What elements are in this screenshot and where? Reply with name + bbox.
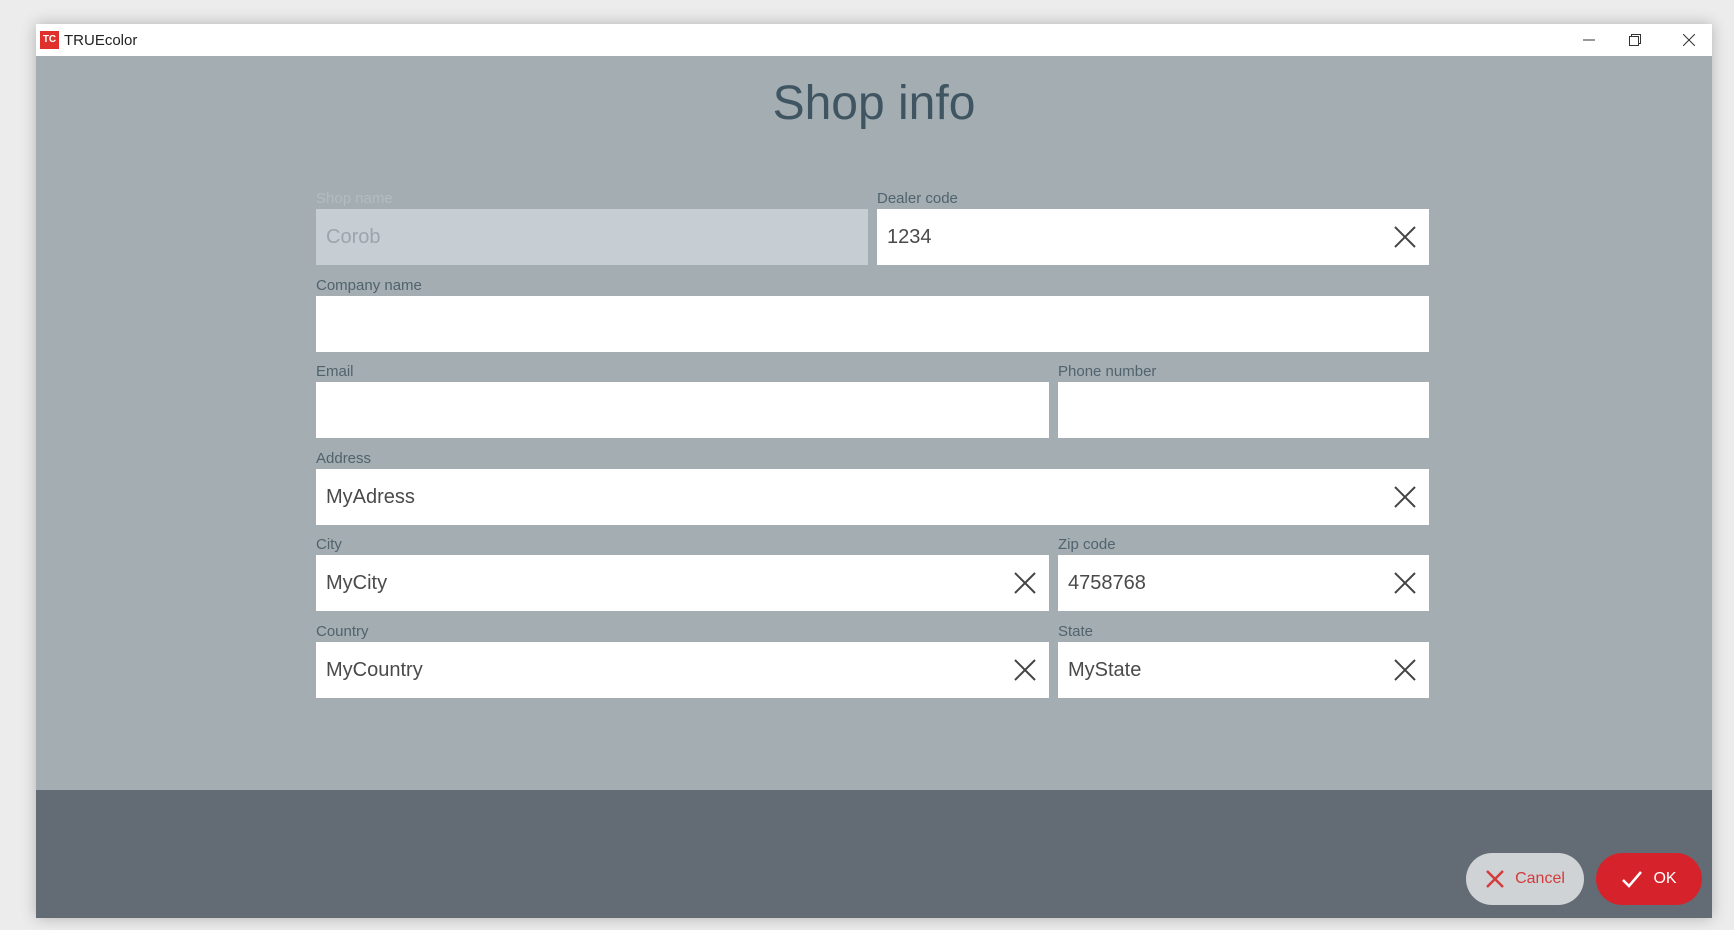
title-bar: TC TRUEcolor [36,24,1712,56]
zip-code-input[interactable] [1058,555,1429,611]
city-field[interactable] [316,555,1049,611]
address-field[interactable] [316,469,1429,525]
clear-state-icon[interactable] [1391,656,1419,684]
footer-bar: Cancel OK [36,790,1712,918]
checkmark-icon [1622,871,1643,888]
dealer-code-field[interactable] [877,209,1429,265]
app-logo-icon: TC [40,31,59,49]
state-field[interactable] [1058,642,1429,698]
state-input[interactable] [1058,642,1429,698]
page-title: Shop info [772,77,976,130]
minimize-button[interactable] [1566,24,1612,56]
cancel-x-icon [1486,870,1504,888]
email-input[interactable] [316,382,1049,438]
window-title: TRUEcolor [64,32,138,49]
clear-zip-code-icon[interactable] [1391,569,1419,597]
country-input[interactable] [316,642,1049,698]
email-field[interactable] [316,382,1049,438]
zip-code-label: Zip code [1058,536,1116,553]
cancel-label: Cancel [1515,870,1565,887]
company-name-input[interactable] [316,296,1429,352]
shop-name-field [316,209,868,265]
country-label: Country [316,623,369,640]
close-icon [1683,34,1695,46]
address-input[interactable] [316,469,1429,525]
minimize-icon [1583,39,1595,41]
address-label: Address [316,450,372,467]
dealer-code-label: Dealer code [877,190,958,207]
country-field[interactable] [316,642,1049,698]
phone-number-input[interactable] [1058,382,1429,438]
state-label: State [1058,623,1094,640]
restore-icon [1629,34,1641,46]
company-name-label: Company name [316,277,422,294]
clear-address-icon[interactable] [1391,483,1419,511]
shop-name-label: Shop name [316,190,393,207]
clear-dealer-code-icon[interactable] [1391,223,1419,251]
shop-name-input [316,209,868,265]
email-label: Email [316,363,354,380]
cancel-button[interactable]: Cancel [1466,853,1584,905]
clear-country-icon[interactable] [1011,656,1039,684]
dealer-code-input[interactable] [877,209,1429,265]
clear-city-icon[interactable] [1011,569,1039,597]
close-window-button[interactable] [1666,24,1712,56]
city-label: City [316,536,342,553]
city-input[interactable] [316,555,1049,611]
company-name-field[interactable] [316,296,1429,352]
app-window: TC TRUEcolor Shop info Shop name Dealer … [36,24,1712,918]
phone-number-field[interactable] [1058,382,1429,438]
ok-label: OK [1653,870,1677,887]
restore-button[interactable] [1612,24,1658,56]
ok-button[interactable]: OK [1596,853,1702,905]
phone-number-label: Phone number [1058,363,1157,380]
zip-code-field[interactable] [1058,555,1429,611]
